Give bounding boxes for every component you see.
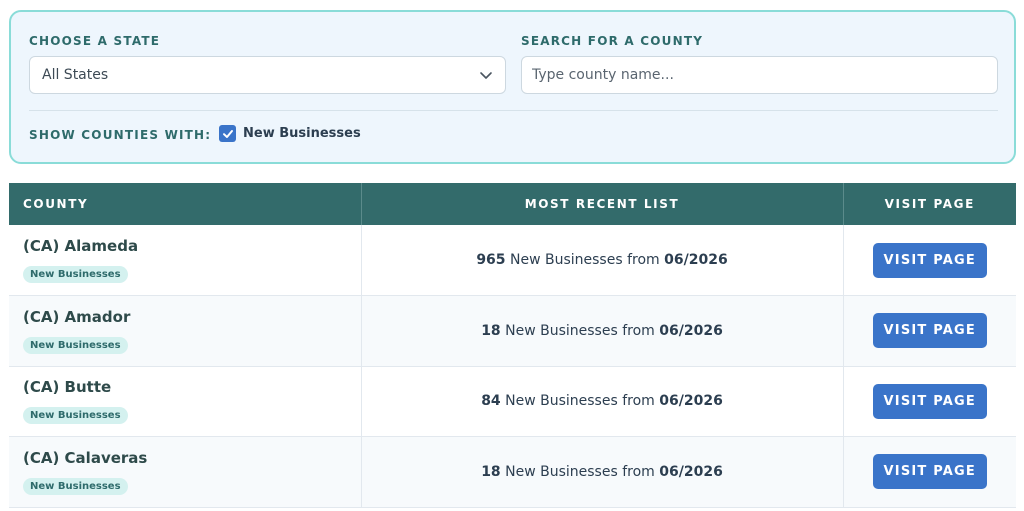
visit-cell: VISIT PAGE: [843, 366, 1016, 437]
new-businesses-badge: New Businesses: [23, 477, 128, 495]
new-businesses-badge: New Businesses: [23, 336, 128, 354]
most-recent-list-cell: 965 New Businesses from 06/2026: [361, 225, 844, 296]
list-date: 06/2026: [664, 252, 728, 268]
table-header-row: COUNTY MOST RECENT LIST VISIT PAGE: [9, 183, 1016, 225]
county-table: COUNTY MOST RECENT LIST VISIT PAGE (CA) …: [9, 183, 1016, 508]
county-cell: (CA) Calaveras New Businesses: [9, 436, 362, 508]
visit-page-button[interactable]: VISIT PAGE: [872, 454, 987, 490]
table-row: (CA) Calaveras New Businesses 18 New Bus…: [9, 436, 1016, 508]
list-date: 06/2026: [659, 322, 723, 339]
most-recent-list-cell: 84 New Businesses from 06/2026: [361, 366, 844, 437]
county-search-input[interactable]: [521, 56, 998, 94]
new-businesses-checkbox[interactable]: [219, 125, 236, 142]
new-businesses-filter[interactable]: New Businesses: [219, 125, 361, 142]
state-select-value: All States: [42, 67, 109, 83]
business-count: 18: [481, 463, 501, 480]
list-text: New Businesses from: [505, 322, 655, 339]
list-text: New Businesses from: [510, 252, 660, 268]
business-count: 965: [476, 252, 506, 268]
header-county: COUNTY: [9, 183, 362, 225]
panel-divider: [29, 110, 998, 111]
filter-panel: CHOOSE A STATE All States SEARCH FOR A C…: [9, 10, 1016, 164]
most-recent-list-cell: 18 New Businesses from 06/2026: [361, 295, 844, 367]
list-text: New Businesses from: [505, 393, 655, 410]
county-cell: (CA) Amador New Businesses: [9, 295, 362, 367]
visit-cell: VISIT PAGE: [843, 295, 1016, 367]
header-most-recent-list: MOST RECENT LIST: [361, 183, 844, 225]
show-counties-label: SHOW COUNTIES WITH:: [29, 128, 212, 142]
county-name: (CA) Butte: [23, 378, 112, 397]
county-cell: (CA) Alameda New Businesses: [9, 225, 362, 296]
visit-page-button[interactable]: VISIT PAGE: [872, 242, 987, 278]
list-date: 06/2026: [659, 393, 723, 410]
list-date: 06/2026: [659, 463, 723, 480]
list-text: New Businesses from: [505, 463, 655, 480]
most-recent-list-cell: 18 New Businesses from 06/2026: [361, 436, 844, 508]
search-label: SEARCH FOR A COUNTY: [521, 34, 704, 48]
visit-cell: VISIT PAGE: [843, 225, 1016, 296]
new-businesses-checkbox-label: New Businesses: [243, 126, 361, 141]
checkmark-icon: [222, 129, 233, 138]
table-row: (CA) Butte New Businesses 84 New Busines…: [9, 366, 1016, 437]
county-name: (CA) Amador: [23, 307, 131, 326]
table-row: (CA) Alameda New Businesses 965 New Busi…: [9, 225, 1016, 296]
visit-cell: VISIT PAGE: [843, 436, 1016, 508]
table-row: (CA) Amador New Businesses 18 New Busine…: [9, 295, 1016, 367]
business-count: 18: [481, 322, 501, 339]
new-businesses-badge: New Businesses: [23, 266, 128, 283]
visit-page-button[interactable]: VISIT PAGE: [872, 383, 987, 419]
header-visit-page: VISIT PAGE: [843, 183, 1016, 225]
state-label: CHOOSE A STATE: [29, 34, 161, 48]
new-businesses-badge: New Businesses: [23, 407, 128, 425]
chevron-down-icon: [479, 68, 493, 82]
state-select[interactable]: All States: [29, 56, 506, 94]
county-name: (CA) Alameda: [23, 237, 139, 255]
visit-page-button[interactable]: VISIT PAGE: [872, 313, 987, 349]
county-cell: (CA) Butte New Businesses: [9, 366, 362, 437]
county-name: (CA) Calaveras: [23, 448, 148, 467]
business-count: 84: [481, 393, 501, 410]
